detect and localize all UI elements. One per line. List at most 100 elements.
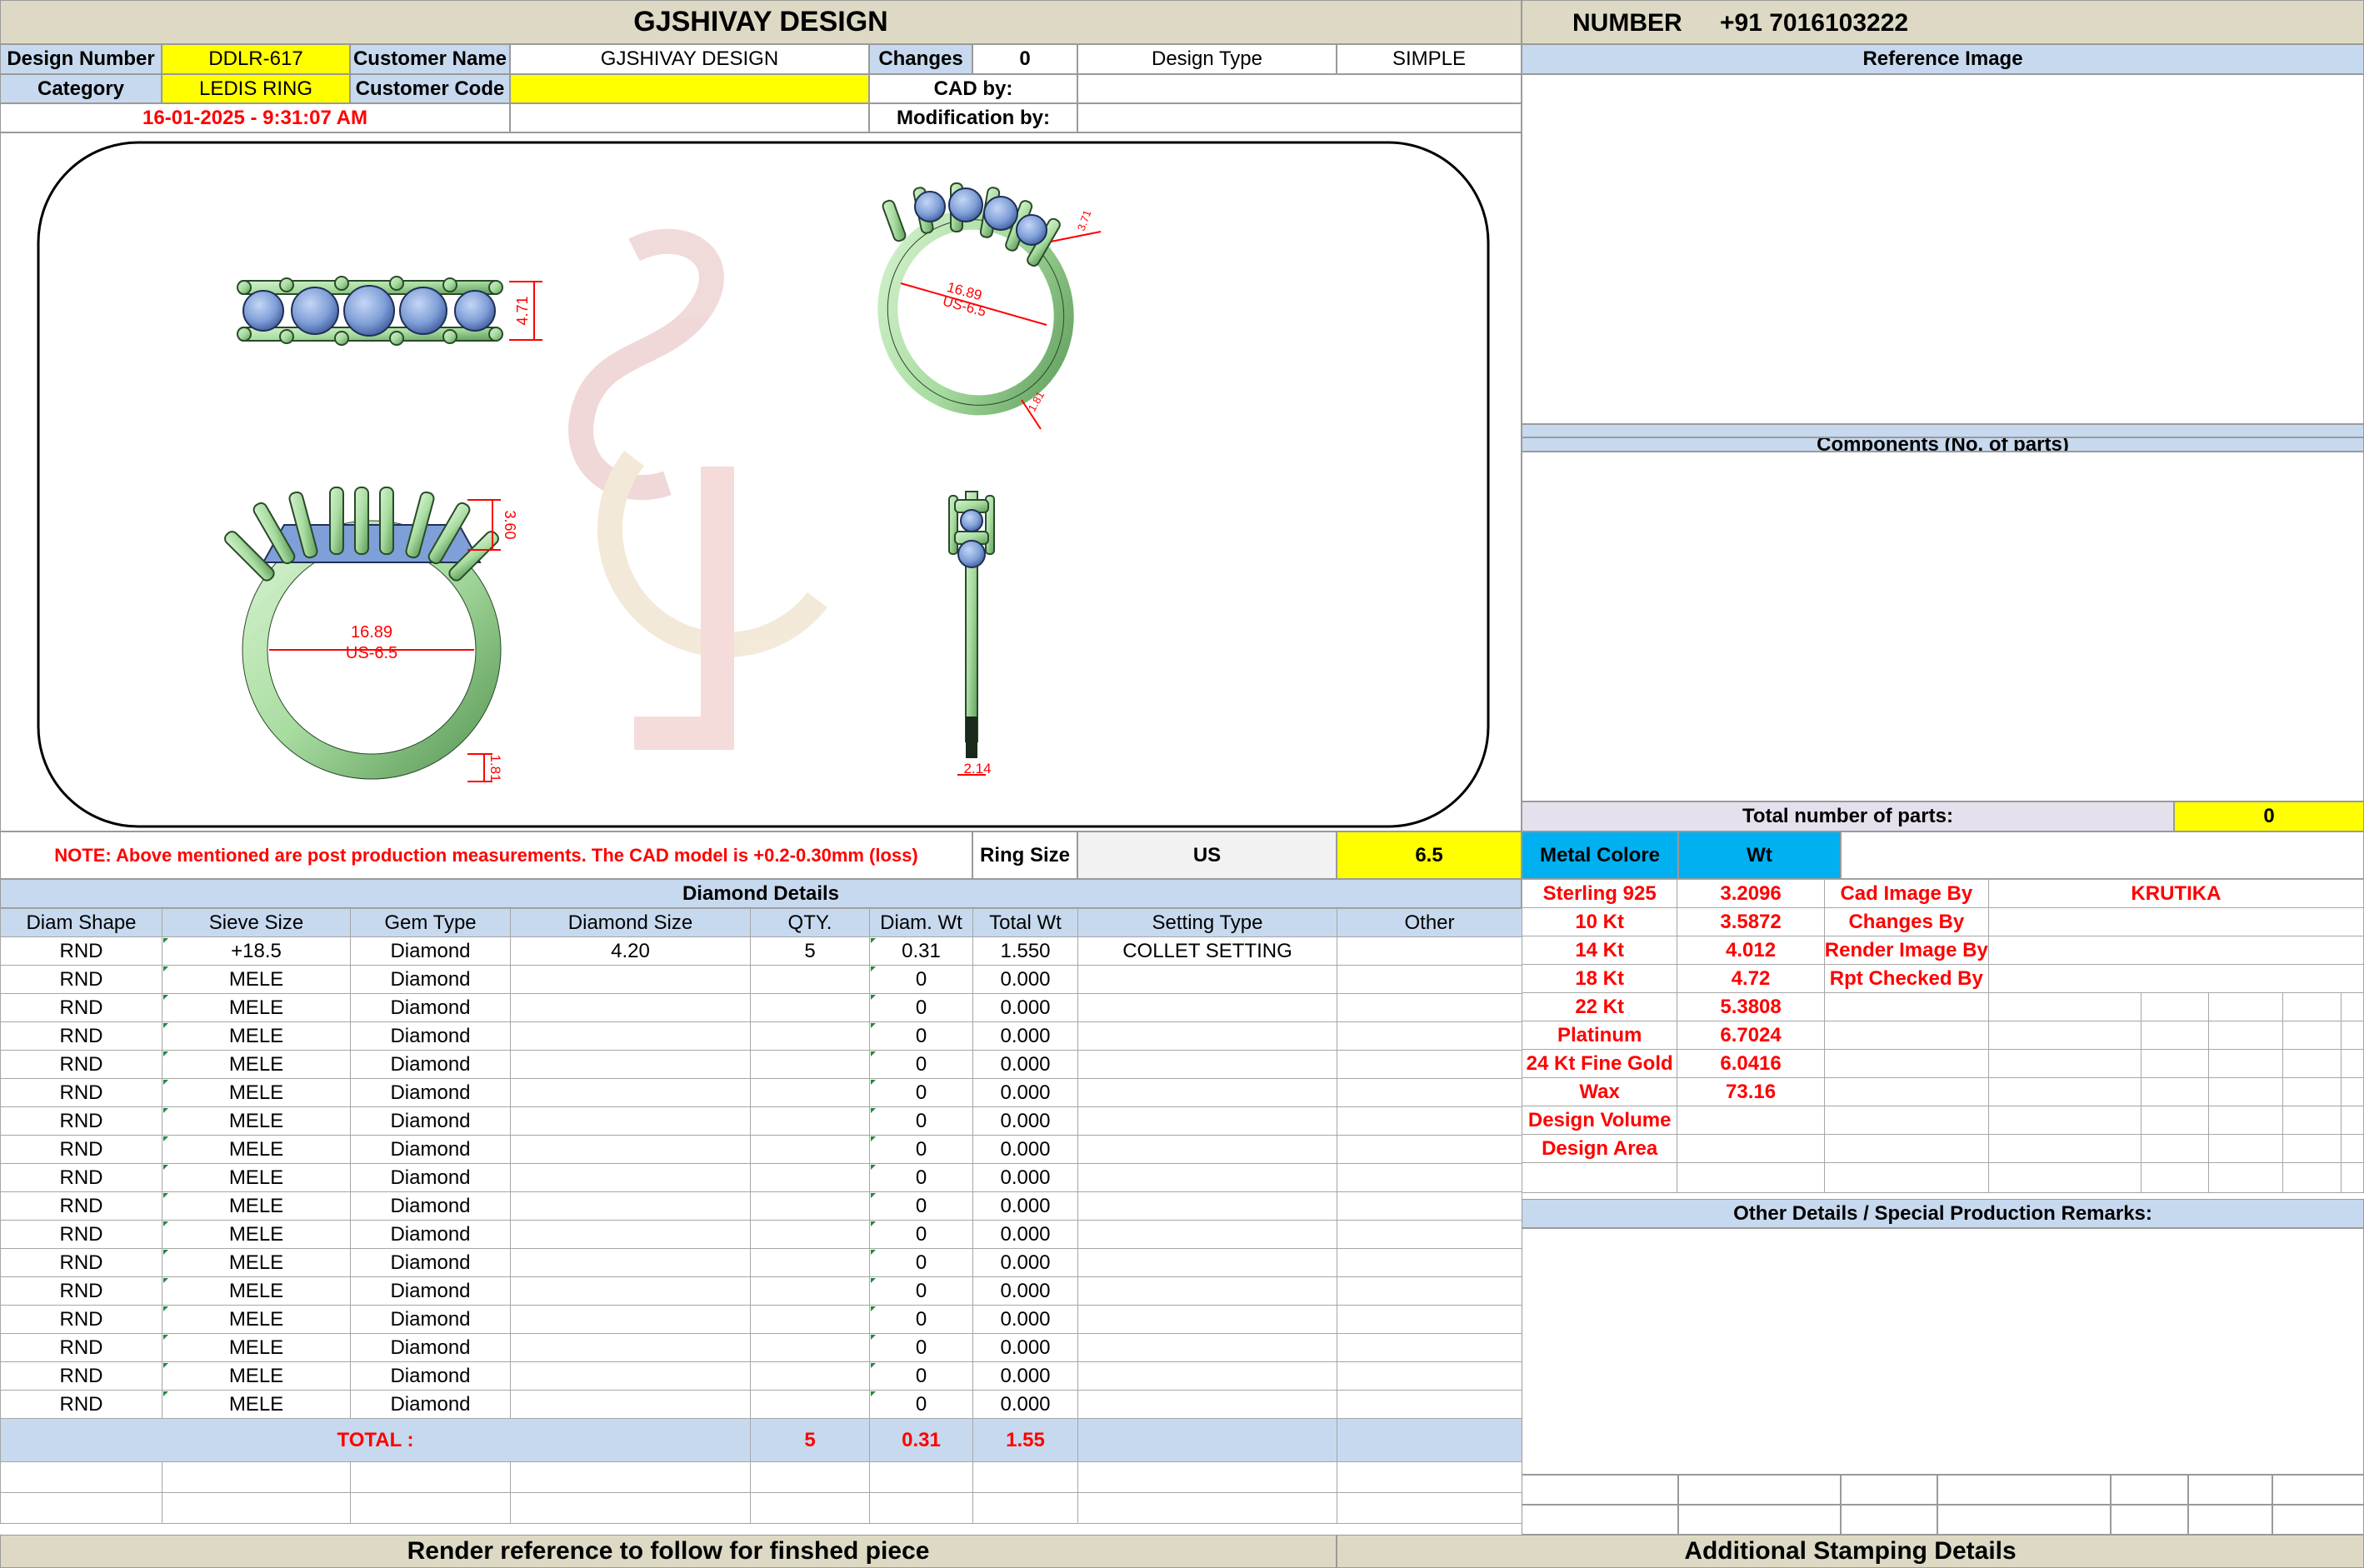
diamond-cell-total-wt[interactable]: 0.000 — [972, 965, 1078, 994]
diamond-cell-size[interactable] — [510, 1135, 751, 1164]
diamond-cell-setting[interactable] — [1077, 993, 1337, 1022]
diamond-cell-shape[interactable]: RND — [0, 1390, 162, 1419]
diamond-cell-sieve[interactable]: MELE — [162, 1021, 351, 1051]
diamond-cell-other[interactable] — [1337, 1021, 1522, 1051]
diamond-cell-shape[interactable]: RND — [0, 1191, 162, 1221]
diamond-cell-setting[interactable] — [1077, 1050, 1337, 1079]
diamond-cell-setting[interactable] — [1077, 1191, 1337, 1221]
diamond-cell-setting[interactable]: COLLET SETTING — [1077, 936, 1337, 966]
diamond-cell-gem[interactable]: Diamond — [350, 1361, 511, 1391]
diamond-cell-size[interactable] — [510, 1333, 751, 1362]
diamond-cell-sieve[interactable]: MELE — [162, 993, 351, 1022]
cad-by-field[interactable] — [1077, 74, 1522, 103]
diamond-cell-qty[interactable] — [750, 1078, 870, 1107]
category-field[interactable]: LEDIS RING — [162, 74, 350, 103]
diamond-cell-qty[interactable] — [750, 1106, 870, 1136]
diamond-cell-gem[interactable]: Diamond — [350, 1191, 511, 1221]
diamond-cell-size[interactable] — [510, 1390, 751, 1419]
diamond-cell-size[interactable] — [510, 1248, 751, 1277]
design-type-field[interactable]: SIMPLE — [1337, 44, 1522, 74]
diamond-cell-total-wt[interactable]: 0.000 — [972, 1305, 1078, 1334]
diamond-cell-qty[interactable] — [750, 1163, 870, 1192]
diamond-cell-diam-wt[interactable]: 0 — [869, 1248, 973, 1277]
credit-value[interactable] — [1987, 907, 2364, 936]
diamond-cell-diam-wt[interactable]: 0 — [869, 1050, 973, 1079]
diamond-cell-shape[interactable]: RND — [0, 1305, 162, 1334]
diamond-cell-size[interactable] — [510, 1021, 751, 1051]
diamond-cell-sieve[interactable]: MELE — [162, 965, 351, 994]
diamond-cell-total-wt[interactable]: 0.000 — [972, 993, 1078, 1022]
diamond-cell-size[interactable] — [510, 1220, 751, 1249]
diamond-cell-setting[interactable] — [1077, 1078, 1337, 1107]
diamond-cell-gem[interactable]: Diamond — [350, 965, 511, 994]
modification-field[interactable] — [1077, 103, 1522, 132]
diamond-cell-setting[interactable] — [1077, 1163, 1337, 1192]
diamond-cell-qty[interactable] — [750, 1390, 870, 1419]
diamond-cell-shape[interactable]: RND — [0, 1021, 162, 1051]
diamond-cell-total-wt[interactable]: 0.000 — [972, 1050, 1078, 1079]
diamond-cell-setting[interactable] — [1077, 1361, 1337, 1391]
diamond-cell-qty[interactable] — [750, 1021, 870, 1051]
diamond-cell-size[interactable] — [510, 965, 751, 994]
diamond-cell-gem[interactable]: Diamond — [350, 1305, 511, 1334]
diamond-cell-total-wt[interactable]: 0.000 — [972, 1106, 1078, 1136]
diamond-cell-sieve[interactable]: MELE — [162, 1305, 351, 1334]
design-number-field[interactable]: DDLR-617 — [162, 44, 350, 74]
diamond-cell-size[interactable] — [510, 1163, 751, 1192]
metal-weight[interactable]: 6.0416 — [1677, 1049, 1825, 1078]
diamond-cell-qty[interactable] — [750, 1276, 870, 1306]
diamond-cell-other[interactable] — [1337, 1276, 1522, 1306]
diamond-cell-shape[interactable]: RND — [0, 936, 162, 966]
customer-name-field[interactable]: GJSHIVAY DESIGN — [510, 44, 869, 74]
diamond-cell-setting[interactable] — [1077, 1276, 1337, 1306]
diamond-cell-other[interactable] — [1337, 1163, 1522, 1192]
ring-size-value[interactable]: 6.5 — [1337, 831, 1522, 879]
diamond-cell-other[interactable] — [1337, 1305, 1522, 1334]
diamond-cell-diam-wt[interactable]: 0 — [869, 1078, 973, 1107]
diamond-cell-size[interactable] — [510, 1106, 751, 1136]
diamond-cell-sieve[interactable]: MELE — [162, 1078, 351, 1107]
diamond-cell-sieve[interactable]: MELE — [162, 1163, 351, 1192]
diamond-cell-size[interactable]: 4.20 — [510, 936, 751, 966]
diamond-cell-gem[interactable]: Diamond — [350, 1333, 511, 1362]
metal-weight[interactable]: 5.3808 — [1677, 992, 1825, 1021]
diamond-cell-diam-wt[interactable]: 0 — [869, 1021, 973, 1051]
diamond-cell-sieve[interactable]: MELE — [162, 1106, 351, 1136]
diamond-cell-sieve[interactable]: MELE — [162, 1220, 351, 1249]
diamond-cell-size[interactable] — [510, 1191, 751, 1221]
diamond-cell-diam-wt[interactable]: 0 — [869, 1163, 973, 1192]
diamond-cell-sieve[interactable]: MELE — [162, 1191, 351, 1221]
diamond-cell-diam-wt[interactable]: 0 — [869, 1361, 973, 1391]
diamond-cell-diam-wt[interactable]: 0 — [869, 1276, 973, 1306]
diamond-cell-total-wt[interactable]: 0.000 — [972, 1220, 1078, 1249]
diamond-cell-shape[interactable]: RND — [0, 1276, 162, 1306]
diamond-cell-diam-wt[interactable]: 0 — [869, 1135, 973, 1164]
credit-value[interactable] — [1987, 964, 2364, 993]
diamond-cell-total-wt[interactable]: 0.000 — [972, 1078, 1078, 1107]
other-details-area[interactable] — [1522, 1228, 2364, 1475]
diamond-cell-sieve[interactable]: MELE — [162, 1333, 351, 1362]
diamond-cell-total-wt[interactable]: 0.000 — [972, 1021, 1078, 1051]
credit-value[interactable]: KRUTIKA — [1987, 879, 2364, 908]
diamond-cell-gem[interactable]: Diamond — [350, 936, 511, 966]
diamond-cell-sieve[interactable]: MELE — [162, 1248, 351, 1277]
diamond-cell-diam-wt[interactable]: 0 — [869, 965, 973, 994]
diamond-cell-gem[interactable]: Diamond — [350, 1050, 511, 1079]
diamond-cell-other[interactable] — [1337, 1390, 1522, 1419]
diamond-cell-size[interactable] — [510, 1361, 751, 1391]
diamond-cell-other[interactable] — [1337, 1106, 1522, 1136]
customer-code-field[interactable] — [510, 74, 869, 103]
diamond-cell-shape[interactable]: RND — [0, 1135, 162, 1164]
diamond-cell-diam-wt[interactable]: 0 — [869, 1106, 973, 1136]
diamond-cell-sieve[interactable]: +18.5 — [162, 936, 351, 966]
diamond-cell-size[interactable] — [510, 1276, 751, 1306]
diamond-cell-qty[interactable] — [750, 1333, 870, 1362]
diamond-cell-diam-wt[interactable]: 0 — [869, 1191, 973, 1221]
diamond-cell-qty[interactable] — [750, 1191, 870, 1221]
diamond-cell-qty[interactable] — [750, 993, 870, 1022]
diamond-cell-shape[interactable]: RND — [0, 993, 162, 1022]
diamond-cell-other[interactable] — [1337, 936, 1522, 966]
diamond-cell-qty[interactable] — [750, 1361, 870, 1391]
metal-weight[interactable]: 73.16 — [1677, 1077, 1825, 1106]
diamond-cell-qty[interactable] — [750, 1220, 870, 1249]
